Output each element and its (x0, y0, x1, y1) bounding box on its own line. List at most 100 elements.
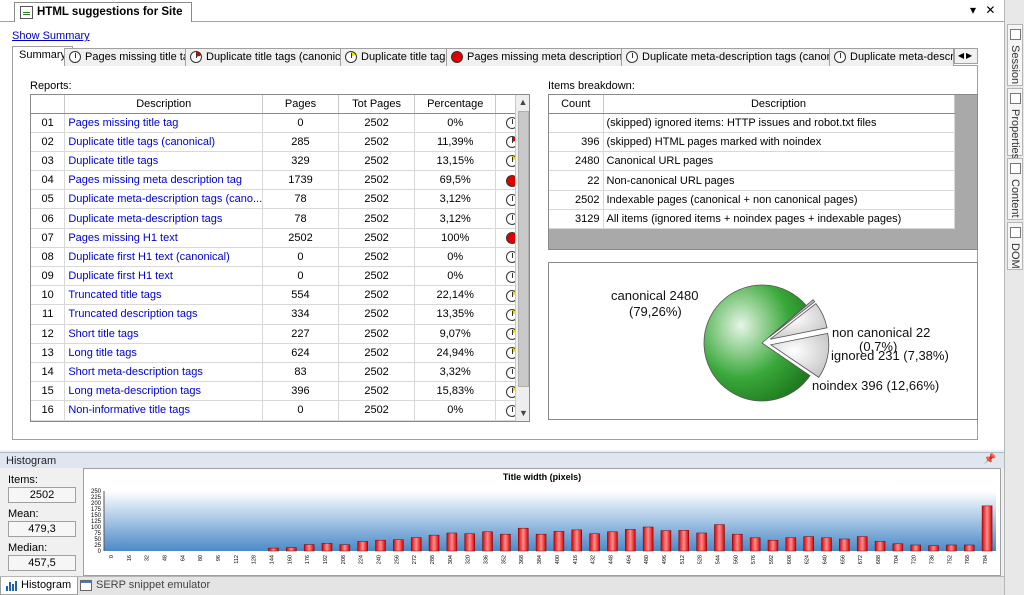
table-row[interactable]: 01 Pages missing title tag 0 2502 0% (31, 113, 529, 133)
x-tick-label: 448 (608, 555, 614, 564)
report-link[interactable]: Short title tags (64, 324, 264, 344)
row-id: 13 (31, 343, 66, 363)
table-row[interactable]: 16 Non-informative title tags 0 2502 0% (31, 400, 529, 421)
histogram-bar (357, 541, 368, 552)
close-icon[interactable]: ✕ (983, 3, 997, 17)
percentage-value: 22,14% (414, 285, 497, 306)
table-row[interactable]: 396 (skipped) HTML pages marked with noin… (549, 132, 955, 153)
table-row[interactable]: 02 Duplicate title tags (canonical) 285 250… (31, 132, 529, 152)
histogram-bar (303, 544, 315, 552)
histogram-bar (410, 537, 422, 552)
table-row[interactable]: 08 Duplicate first H1 text (canonical) 0 25… (31, 247, 529, 268)
scroll-thumb[interactable] (518, 111, 529, 387)
col-header-description[interactable]: Description (603, 95, 955, 114)
x-tick-label: 368 (519, 555, 525, 564)
breakdown-description[interactable]: Canonical URL pages (603, 151, 955, 172)
scroll-down-icon[interactable]: ▼ (516, 406, 529, 421)
col-header-pages[interactable]: Pages (262, 95, 339, 114)
table-row[interactable]: 14 Short meta-description tags 83 2502 3,32% (31, 362, 529, 383)
report-link[interactable]: Pages missing meta description tag (64, 170, 264, 191)
report-link[interactable]: Duplicate title tags (canonical) (64, 132, 264, 152)
x-tick-label: 96 (216, 555, 222, 561)
count-value[interactable]: 231 (549, 113, 604, 133)
tab-duplicate-meta[interactable]: Duplicate meta-descripti (829, 48, 954, 66)
report-link[interactable]: Non-informative title tags (64, 400, 264, 421)
breakdown-description[interactable]: All items (ignored items + noindex pages… (603, 209, 955, 230)
tab-serp-snippet-emulator[interactable]: SERP snippet emulator (76, 577, 216, 595)
scroll-up-icon[interactable]: ▲ (516, 95, 529, 110)
percentage-value: 0% (414, 247, 497, 268)
tab-histogram[interactable]: Histogram (0, 577, 79, 595)
table-row[interactable]: 3129 All items (ignored items + noindex p… (549, 209, 955, 230)
y-tick-label: 175 (91, 507, 102, 513)
report-link[interactable]: Long meta-description tags (64, 381, 264, 402)
col-header-percentage[interactable]: Percentage (414, 95, 497, 114)
document-tab[interactable]: HTML suggestions for Site ... (14, 2, 192, 37)
col-header-count[interactable]: Count (549, 95, 604, 114)
y-tick-label: 75 (94, 531, 101, 537)
report-link[interactable]: Duplicate meta-description tags (cano... (64, 189, 264, 210)
histogram-bar (803, 536, 814, 552)
side-tab-session[interactable]: Session (1007, 24, 1023, 86)
table-row[interactable]: 06 Duplicate meta-description tags 78 2502 3… (31, 208, 529, 229)
histogram-title: Title width (pixels) (503, 472, 581, 482)
breakdown-description[interactable]: Indexable pages (canonical + non canonic… (603, 190, 955, 210)
tab-duplicate-title[interactable]: Duplicate title tags (340, 48, 458, 66)
col-header-tot-pages[interactable]: Tot Pages (338, 95, 416, 114)
table-row[interactable]: 04 Pages missing meta description tag 1739… (31, 170, 529, 191)
table-row[interactable]: 11 Truncated description tags 334 2502 13,35… (31, 304, 529, 325)
report-link[interactable]: Short meta-description tags (64, 362, 264, 383)
table-row[interactable]: 10 Truncated title tags 554 2502 22,14% (31, 285, 529, 306)
report-link[interactable]: Long title tags (64, 343, 264, 363)
col-header-description[interactable]: Description (64, 95, 264, 114)
table-row[interactable]: 12 Short title tags 227 2502 9,07% (31, 324, 529, 344)
percentage-value: 0% (414, 113, 497, 133)
table-row[interactable]: 05 Duplicate meta-description tags (cano.… (31, 189, 529, 210)
report-link[interactable]: Pages missing title tag (64, 113, 264, 133)
tab-scroll-buttons[interactable]: ◀▶ (954, 48, 978, 64)
tot-pages-value: 2502 (338, 324, 416, 344)
tab-pages-missing-title[interactable]: Pages missing title tag (64, 48, 203, 66)
histogram-bar (910, 544, 921, 552)
show-summary-link[interactable]: Show Summary (12, 30, 90, 42)
table-row[interactable]: 09 Duplicate first H1 text 0 2502 0% (31, 266, 529, 287)
report-link[interactable]: Duplicate title tags (64, 151, 264, 172)
breakdown-description[interactable]: (skipped) ignored items: HTTP issues and… (603, 113, 955, 133)
count-value[interactable]: 396 (549, 132, 604, 153)
reports-scrollbar[interactable]: ▲ ▼ (515, 95, 529, 421)
table-row[interactable]: 15 Long meta-description tags 396 2502 15,83… (31, 381, 529, 402)
histogram-bar (696, 532, 707, 552)
count-value[interactable]: 22 (549, 170, 604, 191)
report-document-icon (20, 6, 33, 19)
report-link[interactable]: Duplicate meta-description tags (64, 208, 264, 229)
dropdown-arrow-icon[interactable]: ▾ (966, 3, 980, 17)
count-value[interactable]: 2502 (549, 190, 604, 210)
table-row[interactable]: 2502 Indexable pages (canonical + non can… (549, 190, 955, 210)
tab-duplicate-title-canonical[interactable]: Duplicate title tags (canonical) (185, 48, 360, 66)
report-link[interactable]: Pages missing H1 text (64, 228, 264, 248)
report-link[interactable]: Truncated description tags (64, 304, 264, 325)
report-link[interactable]: Duplicate first H1 text (64, 266, 264, 287)
table-row[interactable]: 07 Pages missing H1 text 2502 2502 100% (31, 228, 529, 248)
pin-icon[interactable]: 📌 (984, 454, 996, 465)
report-tab-bar: Summary Pages missing title tag Duplicat… (12, 46, 978, 67)
tot-pages-value: 2502 (338, 208, 416, 229)
table-row[interactable]: 22 Non-canonical URL pages (549, 170, 955, 191)
y-tick-label: 250 (91, 489, 102, 495)
breakdown-description[interactable]: (skipped) HTML pages marked with noindex (603, 132, 955, 153)
report-link[interactable]: Truncated title tags (64, 285, 264, 306)
count-value[interactable]: 3129 (549, 209, 604, 230)
side-tab-dom[interactable]: DOM (1007, 222, 1023, 270)
side-tab-content[interactable]: Content (1007, 158, 1023, 220)
mean-label: Mean: (8, 508, 39, 520)
side-tab-properties[interactable]: Properties (1007, 88, 1023, 159)
breakdown-description[interactable]: Non-canonical URL pages (603, 170, 955, 191)
table-row[interactable]: 231 (skipped) ignored items: HTTP issues … (549, 113, 955, 133)
table-row[interactable]: 2480 Canonical URL pages (549, 151, 955, 172)
report-link[interactable]: Duplicate first H1 text (canonical) (64, 247, 264, 268)
tab-duplicate-meta-canonical[interactable]: Duplicate meta-description tags (canonic… (621, 48, 860, 66)
table-row[interactable]: 13 Long title tags 624 2502 24,94% (31, 343, 529, 363)
tab-missing-meta-description[interactable]: Pages missing meta description tag (446, 48, 648, 66)
count-value[interactable]: 2480 (549, 151, 604, 172)
table-row[interactable]: 03 Duplicate title tags 329 2502 13,15% (31, 151, 529, 172)
